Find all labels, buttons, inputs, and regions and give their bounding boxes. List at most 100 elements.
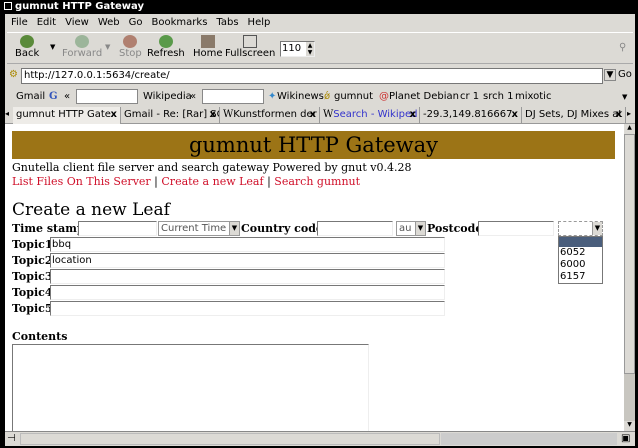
refresh-label: Refresh [147, 48, 185, 59]
postcode-option[interactable]: 6000 [559, 259, 602, 271]
menu-file[interactable]: File [11, 14, 28, 32]
topic3-input[interactable] [50, 269, 445, 284]
timestamp-select-value: Current Time [161, 223, 227, 234]
status-bar: ⊣ ▣ [5, 431, 635, 446]
bookmark-gumnut[interactable]: gumnut [334, 88, 373, 106]
close-tab-icon[interactable]: x [512, 107, 518, 123]
menu-bookmarks[interactable]: Bookmarks [152, 14, 208, 32]
home-button[interactable]: Home [193, 35, 223, 59]
contents-textarea[interactable] [12, 344, 369, 431]
tab-gmail[interactable]: Gmail - Re: [Rar] SC x [121, 107, 220, 124]
bookmarks-toolbar: Gmail G « Wikipedia « ✦ Wikinews ǿ gumnu… [7, 88, 633, 106]
gmail-search-input[interactable] [76, 89, 138, 104]
menu-edit[interactable]: Edit [37, 14, 56, 32]
bookmark-wikinews[interactable]: Wikinews [277, 88, 324, 106]
country-code-input[interactable] [317, 221, 393, 236]
throbber-icon: ⚲ [619, 42, 627, 53]
forward-arrow-icon [75, 35, 90, 48]
wikipedia-icon: W [323, 109, 334, 120]
window-title-bar: gumnut HTTP Gateway [0, 0, 638, 14]
postcode-dropdown-list: 6052 6000 6157 [558, 236, 603, 284]
wikipedia-search-input[interactable] [202, 89, 264, 104]
zoom-spinbox[interactable]: 110 ▲ ▼ [280, 41, 315, 57]
topic5-input[interactable] [50, 301, 445, 316]
fullscreen-button[interactable]: Fullscreen [225, 35, 275, 59]
home-icon [200, 35, 215, 48]
create-leaf-link[interactable]: Create a new Leaf [161, 175, 263, 188]
scroll-up-icon[interactable]: ▲ [624, 124, 635, 134]
menu-go[interactable]: Go [129, 14, 143, 32]
zoom-value: 110 [282, 43, 302, 54]
tab-scroll-left-icon[interactable]: ◂ [5, 109, 9, 118]
bookmark-gmail[interactable]: Gmail [16, 88, 45, 106]
window-menu-icon[interactable] [4, 2, 12, 10]
vertical-scrollbar[interactable]: ▲ ▼ [624, 124, 635, 431]
tab-kunstformen[interactable]: WKunstformen der x [220, 107, 320, 124]
back-arrow-icon [20, 35, 35, 48]
postcode-select[interactable]: ▼ [558, 221, 603, 236]
tab-scroll-right-icon[interactable]: ▸ [627, 109, 631, 118]
tab-dj-sets[interactable]: DJ Sets, DJ Mixes at x [522, 107, 626, 124]
bookmark-cr1[interactable]: cr 1 [460, 88, 479, 106]
close-tab-icon[interactable]: x [616, 107, 622, 123]
tab-label: DJ Sets, DJ Mixes at [525, 109, 623, 120]
close-tab-icon[interactable]: x [210, 107, 216, 123]
scrollbar-thumb[interactable] [624, 134, 635, 374]
stop-label: Stop [119, 48, 142, 59]
url-input[interactable]: http://127.0.0.1:5634/create/ [21, 68, 603, 84]
topic2-input[interactable]: location [50, 253, 445, 268]
menu-tabs[interactable]: Tabs [216, 14, 238, 32]
tab-search-wikipedia[interactable]: WSearch - Wikiped x [320, 107, 420, 124]
timestamp-input[interactable] [78, 221, 157, 236]
stop-button[interactable]: Stop [119, 35, 142, 59]
progress-area [441, 433, 617, 445]
topic3-label: Topic3 [12, 270, 53, 283]
tab-bar: ◂ gumnut HTTP Gate x Gmail - Re: [Rar] SC… [5, 106, 635, 124]
chevron-down-icon: ▼ [415, 222, 425, 235]
bookmarks-overflow-icon[interactable]: ▼ [622, 88, 627, 106]
bookmark-wikipedia[interactable]: Wikipedia [143, 88, 192, 106]
scroll-down-icon[interactable]: ▼ [624, 421, 635, 431]
postcode-option[interactable] [559, 237, 602, 247]
search-gumnut-link[interactable]: Search gumnut [274, 175, 360, 188]
window-title: gumnut HTTP Gateway [15, 1, 144, 12]
topic5-label: Topic5 [12, 302, 53, 315]
bookmark-planet-debian[interactable]: Planet Debian [389, 88, 459, 106]
url-history-dropdown[interactable]: ▼ [604, 69, 616, 81]
refresh-button[interactable]: Refresh [147, 35, 185, 59]
topic1-label: Topic1 [12, 238, 53, 251]
menu-view[interactable]: View [65, 14, 89, 32]
tab-gumnut[interactable]: gumnut HTTP Gate x [13, 107, 121, 124]
search-arrow-icon: « [190, 91, 197, 102]
debian-icon: @ [379, 91, 389, 102]
country-select[interactable]: au ▼ [396, 221, 426, 236]
bookmark-mixotic[interactable]: mixotic [515, 88, 551, 106]
status-text-area [20, 433, 440, 445]
timestamp-label: Time stamp [12, 222, 85, 235]
forward-history-dropdown[interactable]: ▼ [105, 43, 110, 51]
go-button[interactable]: Go [618, 69, 632, 80]
postcode-option[interactable]: 6157 [559, 271, 602, 283]
back-button[interactable]: Back [15, 35, 39, 59]
menu-web[interactable]: Web [98, 14, 120, 32]
tab-coordinates[interactable]: -29.3,149.816667 x [420, 107, 522, 124]
close-tab-icon[interactable]: x [111, 107, 117, 123]
postcode-option[interactable]: 6052 [559, 247, 602, 259]
list-files-link[interactable]: List Files On This Server [12, 175, 151, 188]
separator: | [154, 175, 158, 188]
back-history-dropdown[interactable]: ▼ [50, 43, 55, 51]
timestamp-select[interactable]: Current Time ▼ [158, 221, 240, 236]
forward-button[interactable]: Forward [62, 35, 102, 59]
close-tab-icon[interactable]: x [310, 107, 316, 123]
zoom-stepper-icon[interactable]: ▲ ▼ [306, 42, 314, 56]
tab-label: -29.3,149.816667 [423, 109, 513, 120]
menu-help[interactable]: Help [248, 14, 271, 32]
tab-label: gumnut HTTP Gate [16, 109, 111, 120]
fullscreen-icon [243, 35, 258, 48]
close-tab-icon[interactable]: x [410, 107, 416, 123]
bookmark-srch1[interactable]: srch 1 [483, 88, 513, 106]
menu-bar: File Edit View Web Go Bookmarks Tabs Hel… [5, 14, 270, 32]
postcode-input[interactable] [478, 221, 554, 236]
topic4-input[interactable] [50, 285, 445, 300]
topic1-input[interactable]: bbq [50, 237, 445, 252]
